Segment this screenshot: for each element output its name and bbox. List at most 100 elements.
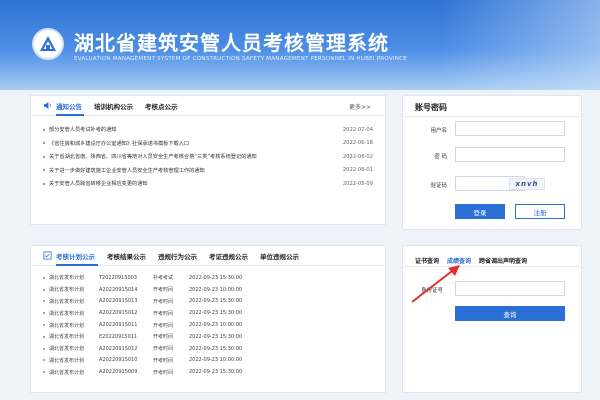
divider: [403, 116, 581, 117]
list-item[interactable]: 《省住房和城乡建设厅办公室通知》社保承诺书模板下载入口 2022-06-18: [43, 137, 373, 151]
plan-time: 2022-09-23 15:30:00: [189, 274, 243, 281]
bullet: [43, 288, 45, 291]
username-label: 用户名: [430, 128, 447, 134]
bullet: [43, 347, 45, 350]
plan-time: 2022-09-23 15:30:00: [189, 310, 243, 317]
list-item[interactable]: 湖北省发布计划 A20220915012 开考时间 2022-09-23 15:30:…: [43, 307, 373, 319]
plan-type: 开考时间: [153, 322, 174, 329]
list-item[interactable]: 湖北省发布计划 E20220915011 开考时间 2022-09-23 15:30:…: [43, 331, 373, 343]
bullet: [43, 359, 45, 362]
list-item[interactable]: 湖北省发布计划 A20220915010 开考时间 2022-09-23 10:00:…: [43, 355, 373, 367]
tab-underline: [56, 114, 84, 116]
plan-code: A20220915012: [99, 310, 138, 317]
list-item[interactable]: 部分安管人员考试补考的通知 2022-07-04: [43, 123, 373, 137]
plan-label: 湖北省发布计划: [49, 275, 85, 282]
logo-emblem-icon: [40, 36, 56, 51]
exam-panel: 考核计划公示 考核结果公示 违规行为公示 考证违规公示 单位违规公示 湖北省发布…: [30, 245, 386, 393]
tab-exam-plan[interactable]: 考核计划公示: [56, 251, 95, 261]
plan-code: A20220915012: [99, 345, 138, 352]
list-item[interactable]: 湖北省发布计划 A20220915009 开考时间 2022-09-23 15:30:…: [43, 366, 373, 378]
password-label: 密 码: [434, 154, 447, 160]
plan-type: 开考时间: [153, 310, 174, 317]
plan-time: 2022-09-23 10:00:00: [189, 357, 243, 364]
login-title: 账号密码: [415, 103, 447, 112]
plan-label: 湖北省发布计划: [49, 334, 85, 341]
notice-list: 部分安管人员考试补考的通知 2022-07-04 《省住房和城乡建设厅办公室通知》…: [31, 116, 385, 191]
plan-code: T20220915003: [99, 274, 138, 281]
tab-exam-result[interactable]: 考核结果公示: [107, 251, 146, 261]
plan-time: 2022-09-23 10:00:00: [189, 322, 243, 329]
header-banner: 湖北省建筑安管人员考核管理系统 EVALUATION MANAGEMENT SY…: [0, 0, 600, 90]
plan-time: 2022-09-23 15:30:00: [189, 345, 243, 352]
notice-title[interactable]: 关于进一步做好建筑施工企业安管人员安全生产考核管理工作的通知: [49, 167, 325, 174]
list-item[interactable]: 湖北省发布计划 A20220915013 开考时间 2022-09-23 15:30:…: [43, 296, 373, 308]
notice-date: 2022-06-02: [342, 153, 373, 160]
plan-type: 补考考试: [153, 275, 174, 282]
page-title: 湖北省建筑安管人员考核管理系统: [74, 31, 389, 55]
list-item[interactable]: 湖北省发布计划 A20220915011 开考时间 2022-09-23 10:00:…: [43, 319, 373, 331]
notice-title[interactable]: 关于安管人员跨省转移企业相应变更的通知: [49, 180, 325, 187]
plan-code: A20220915014: [99, 286, 138, 293]
bullet: [43, 276, 45, 279]
tab-transfer-query[interactable]: 跨省调出声明查询: [479, 256, 527, 265]
page-subtitle: EVALUATION MANAGEMENT SYSTEM OF CONSTRUC…: [74, 56, 407, 62]
plan-type: 开考时间: [153, 357, 174, 364]
plan-type: 开考时间: [153, 369, 174, 376]
tab-notice[interactable]: 通知公告: [56, 101, 82, 111]
notice-title[interactable]: 部分安管人员考试补考的通知: [49, 126, 325, 133]
list-item[interactable]: 关于安管人员跨省转移企业相应变更的通知 2022-05-09: [43, 177, 373, 191]
notice-date: 2022-05-09: [342, 180, 373, 187]
register-button[interactable]: 注册: [515, 204, 565, 219]
tab-underline: [56, 264, 98, 266]
speaker-icon: [43, 101, 52, 110]
username-input[interactable]: [455, 121, 565, 136]
bullet: [43, 128, 45, 131]
more-link[interactable]: 更多>>: [349, 102, 371, 111]
list-item[interactable]: 湖北省发布计划 A20220915014 开考时间 2022-09-23 10:00:…: [43, 284, 373, 296]
checklist-icon: [43, 251, 52, 260]
annotation-arrow-icon: [411, 265, 460, 303]
plan-label: 湖北省发布计划: [49, 357, 85, 364]
list-item[interactable]: 湖北省发布计划 A20220915012 开考时间 2022-09-23 15:30:…: [43, 343, 373, 355]
tab-violation[interactable]: 违规行为公示: [158, 251, 197, 261]
plan-label: 湖北省发布计划: [49, 298, 85, 305]
login-panel: 账号密码 用户名 密 码 验证码 xnvh 登录 注册: [402, 95, 582, 230]
bullet: [43, 371, 45, 374]
query-button[interactable]: 查询: [455, 306, 565, 321]
exam-list: 湖北省发布计划 T20220915003 补考考试 2022-09-23 15:30:…: [31, 266, 385, 378]
captcha-image[interactable]: xnvh: [509, 178, 545, 190]
plan-time: 2022-09-23 15:30:00: [189, 333, 243, 340]
bullet: [43, 182, 45, 185]
tab-training[interactable]: 培训机构公示: [94, 101, 133, 111]
plan-code: A20220915010: [99, 357, 138, 364]
plan-code: A20220915013: [99, 298, 138, 305]
plan-type: 开考时间: [153, 298, 174, 305]
plan-type: 开考时间: [153, 346, 174, 353]
bullet: [43, 312, 45, 315]
notice-date: 2022-06-18: [342, 140, 373, 147]
plan-label: 湖北省发布计划: [49, 346, 85, 353]
id-number-input[interactable]: [455, 281, 565, 296]
tab-cert-violation[interactable]: 考证违规公示: [209, 251, 248, 261]
password-input[interactable]: [455, 147, 565, 162]
plan-code: A20220915009: [99, 369, 138, 376]
login-button[interactable]: 登录: [455, 204, 505, 219]
notice-date: 2022-07-04: [342, 126, 373, 133]
plan-label: 湖北省发布计划: [49, 310, 85, 317]
bullet: [43, 142, 45, 145]
notice-date: 2022-06-01: [342, 167, 373, 174]
notice-title[interactable]: 《省住房和城乡建设厅办公室通知》社保承诺书模板下载入口: [49, 140, 325, 147]
plan-time: 2022-09-23 15:30:00: [189, 369, 243, 376]
notice-title[interactable]: 关于省湖北省南、陕西省、四川省等地对人员安全生产考核合格“三类”考核系统登记的通…: [49, 153, 325, 160]
bullet: [43, 169, 45, 172]
tab-unit-violation[interactable]: 单位违规公示: [260, 251, 299, 261]
exam-tabs: 考核计划公示 考核结果公示 违规行为公示 考证违规公示 单位违规公示: [31, 246, 385, 266]
list-item[interactable]: 湖北省发布计划 T20220915003 补考考试 2022-09-23 15:30:…: [43, 272, 373, 284]
plan-label: 湖北省发布计划: [49, 369, 85, 376]
notice-panel: 通知公告 培训机构公示 考核点公示 更多>> 部分安管人员考试补考的通知 2022…: [30, 95, 386, 225]
list-item[interactable]: 关于进一步做好建筑施工企业安管人员安全生产考核管理工作的通知 2022-06-01: [43, 164, 373, 178]
list-item[interactable]: 关于省湖北省南、陕西省、四川省等地对人员安全生产考核合格“三类”考核系统登记的通…: [43, 150, 373, 164]
captcha-label: 验证码: [430, 183, 447, 189]
plan-label: 湖北省发布计划: [49, 322, 85, 329]
tab-exam-site[interactable]: 考核点公示: [145, 101, 178, 111]
